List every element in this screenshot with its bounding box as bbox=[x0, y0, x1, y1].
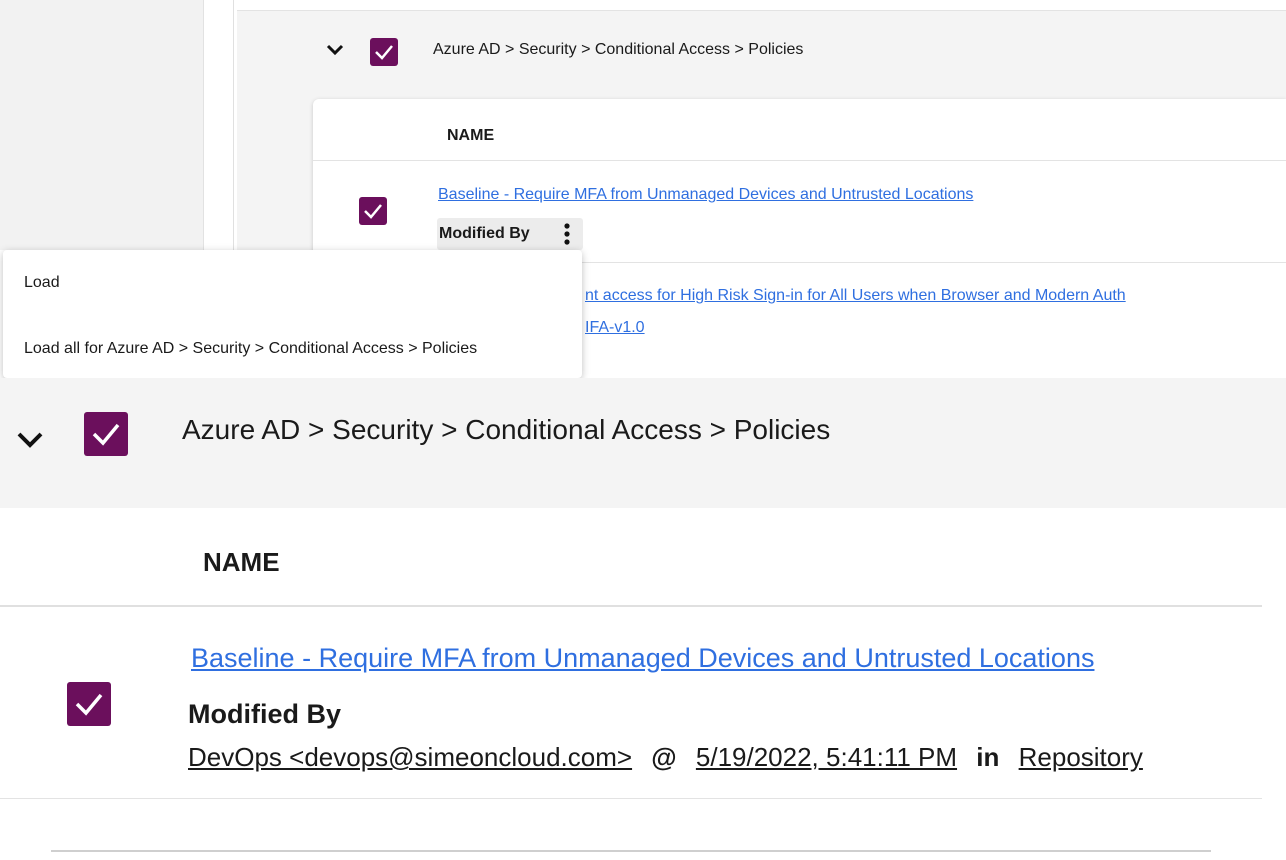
group-select-checkbox[interactable] bbox=[370, 38, 398, 66]
menu-item-load-all[interactable]: Load all for Azure AD > Security > Condi… bbox=[24, 340, 477, 358]
timestamp-link[interactable]: 5/19/2022, 5:41:11 PM bbox=[696, 742, 957, 772]
group-select-checkbox[interactable] bbox=[84, 412, 128, 456]
checkmark-icon bbox=[92, 423, 120, 446]
checkmark-icon bbox=[75, 693, 103, 716]
in-separator: in bbox=[976, 742, 1000, 772]
policy-name-link[interactable]: Baseline - Require MFA from Unmanaged De… bbox=[438, 186, 973, 204]
divider bbox=[313, 160, 1286, 161]
checkmark-icon bbox=[375, 45, 393, 60]
chevron-down-icon[interactable] bbox=[326, 44, 344, 56]
divider bbox=[0, 605, 1262, 607]
policy-name-link[interactable]: nt access for High Risk Sign-in for All … bbox=[585, 287, 1126, 305]
checkmark-icon bbox=[364, 204, 382, 219]
name-column-header[interactable]: NAME bbox=[447, 127, 494, 145]
group-title: Azure AD > Security > Conditional Access… bbox=[433, 41, 804, 58]
modified-by-label: Modified By bbox=[439, 225, 530, 242]
modified-by-details: DevOps <devops@simeoncloud.com> @ 5/19/2… bbox=[188, 742, 1143, 773]
policy-name-link[interactable]: Baseline - Require MFA from Unmanaged De… bbox=[191, 643, 1094, 674]
location-link[interactable]: Repository bbox=[1019, 742, 1143, 772]
kebab-menu-icon[interactable] bbox=[560, 220, 574, 248]
row-select-checkbox[interactable] bbox=[67, 682, 111, 726]
policy-name-link-continued[interactable]: IFA-v1.0 bbox=[585, 319, 645, 337]
chevron-down-icon[interactable] bbox=[16, 431, 44, 449]
divider bbox=[0, 798, 1262, 799]
group-title: Azure AD > Security > Conditional Access… bbox=[182, 414, 831, 445]
divider bbox=[580, 262, 1286, 263]
row-select-checkbox[interactable] bbox=[359, 197, 387, 225]
divider bbox=[51, 850, 1211, 852]
left-sidebar-area bbox=[0, 0, 204, 250]
modified-by-label: Modified By bbox=[188, 699, 341, 729]
context-menu: Load Load all for Azure AD > Security > … bbox=[3, 250, 582, 378]
name-column-header[interactable]: NAME bbox=[203, 547, 280, 578]
at-separator: @ bbox=[651, 742, 677, 772]
menu-item-load[interactable]: Load bbox=[24, 274, 60, 292]
divider bbox=[233, 0, 234, 250]
modified-by-user-link[interactable]: DevOps <devops@simeoncloud.com> bbox=[188, 742, 632, 772]
